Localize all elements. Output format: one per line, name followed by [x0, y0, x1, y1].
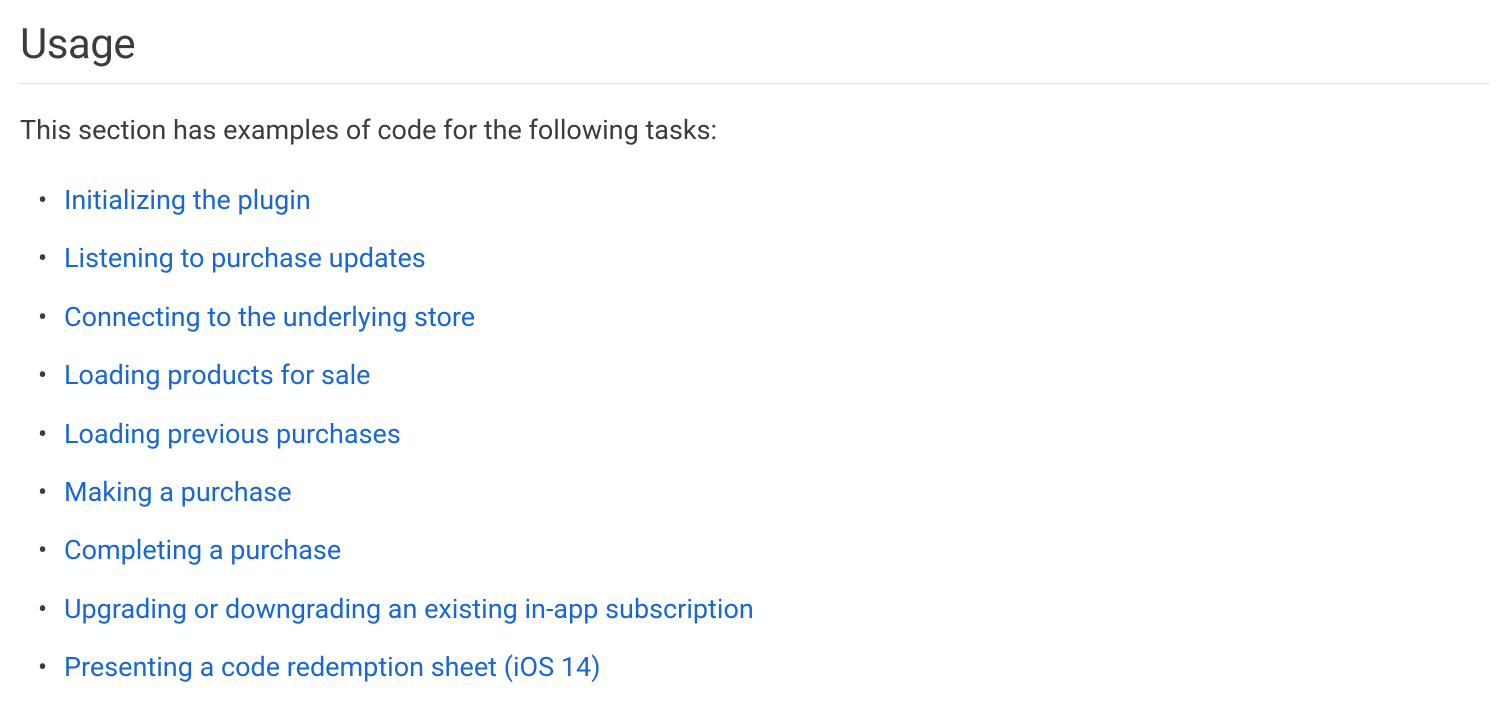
usage-section: Usage This section has examples of code … — [20, 20, 1490, 686]
link-list: Initializing the plugin Listening to pur… — [20, 182, 1490, 686]
link-completing-purchase[interactable]: Completing a purchase — [64, 534, 341, 566]
link-connecting-store[interactable]: Connecting to the underlying store — [64, 301, 475, 333]
list-item: Loading products for sale — [64, 357, 1490, 393]
link-making-purchase[interactable]: Making a purchase — [64, 476, 292, 508]
list-item: Completing a purchase — [64, 532, 1490, 568]
link-loading-previous-purchases[interactable]: Loading previous purchases — [64, 418, 401, 450]
list-item: Upgrading or downgrading an existing in-… — [64, 591, 1490, 627]
list-item: Listening to purchase updates — [64, 240, 1490, 276]
section-heading: Usage — [20, 20, 1490, 84]
list-item: Presenting a code redemption sheet (iOS … — [64, 649, 1490, 685]
list-item: Connecting to the underlying store — [64, 299, 1490, 335]
link-loading-products[interactable]: Loading products for sale — [64, 359, 370, 391]
link-code-redemption-sheet[interactable]: Presenting a code redemption sheet (iOS … — [64, 651, 601, 683]
intro-text: This section has examples of code for th… — [20, 112, 1490, 150]
link-initializing-plugin[interactable]: Initializing the plugin — [64, 184, 311, 216]
list-item: Initializing the plugin — [64, 182, 1490, 218]
list-item: Loading previous purchases — [64, 416, 1490, 452]
link-listening-purchase-updates[interactable]: Listening to purchase updates — [64, 242, 426, 274]
link-upgrading-subscription[interactable]: Upgrading or downgrading an existing in-… — [64, 593, 754, 625]
list-item: Making a purchase — [64, 474, 1490, 510]
